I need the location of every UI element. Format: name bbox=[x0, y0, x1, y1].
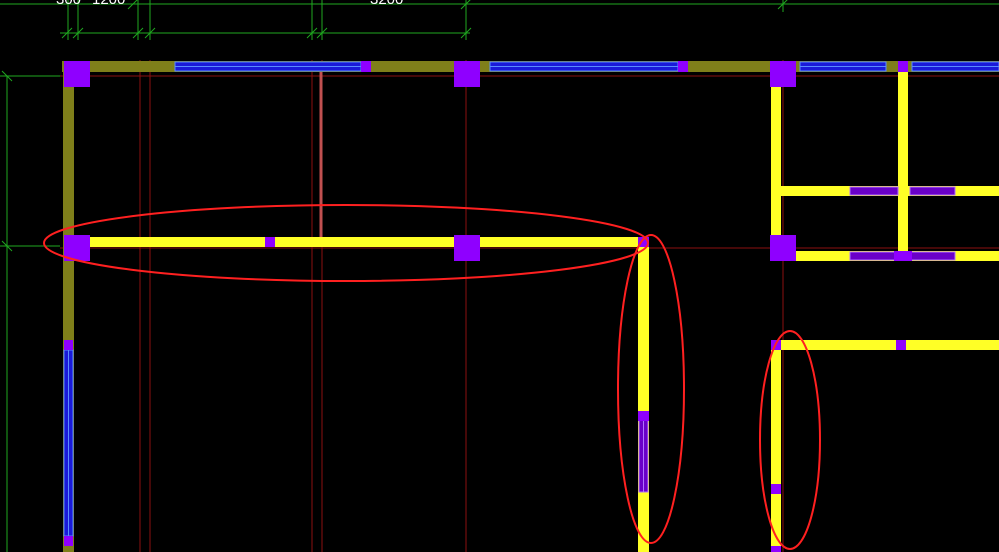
wall-block bbox=[638, 411, 649, 421]
dimension-label: 1200 bbox=[92, 0, 125, 8]
inner-wall-vertical-far-right bbox=[898, 72, 908, 258]
column bbox=[454, 235, 480, 261]
wall-block bbox=[361, 61, 371, 72]
inner-wall-vertical-right-upper bbox=[771, 75, 781, 245]
wall-block bbox=[771, 484, 781, 494]
wall-block bbox=[64, 340, 73, 350]
column bbox=[64, 61, 90, 87]
inner-wall-vertical-mid bbox=[638, 240, 649, 552]
dimension-label: 300 bbox=[56, 0, 81, 8]
wall-block bbox=[898, 61, 908, 72]
opening-right-2a bbox=[849, 251, 899, 261]
inner-wall-vertical-right-lower bbox=[771, 340, 781, 552]
wall-block bbox=[678, 61, 688, 72]
column bbox=[770, 235, 796, 261]
inner-wall-horizontal-main bbox=[74, 237, 648, 247]
wall-block bbox=[771, 546, 781, 552]
column bbox=[770, 61, 796, 87]
cad-floor-plan: 300 1200 3200 bbox=[0, 0, 999, 552]
opening-right-1a bbox=[849, 186, 899, 196]
opening-right-2b bbox=[909, 251, 956, 261]
column bbox=[454, 61, 480, 87]
wall-block bbox=[896, 340, 906, 350]
wall-block bbox=[894, 251, 912, 261]
wall-block bbox=[265, 237, 275, 247]
opening-right-1b bbox=[909, 186, 956, 196]
wall-block bbox=[64, 536, 73, 546]
dimension-label: 3200 bbox=[370, 0, 403, 8]
